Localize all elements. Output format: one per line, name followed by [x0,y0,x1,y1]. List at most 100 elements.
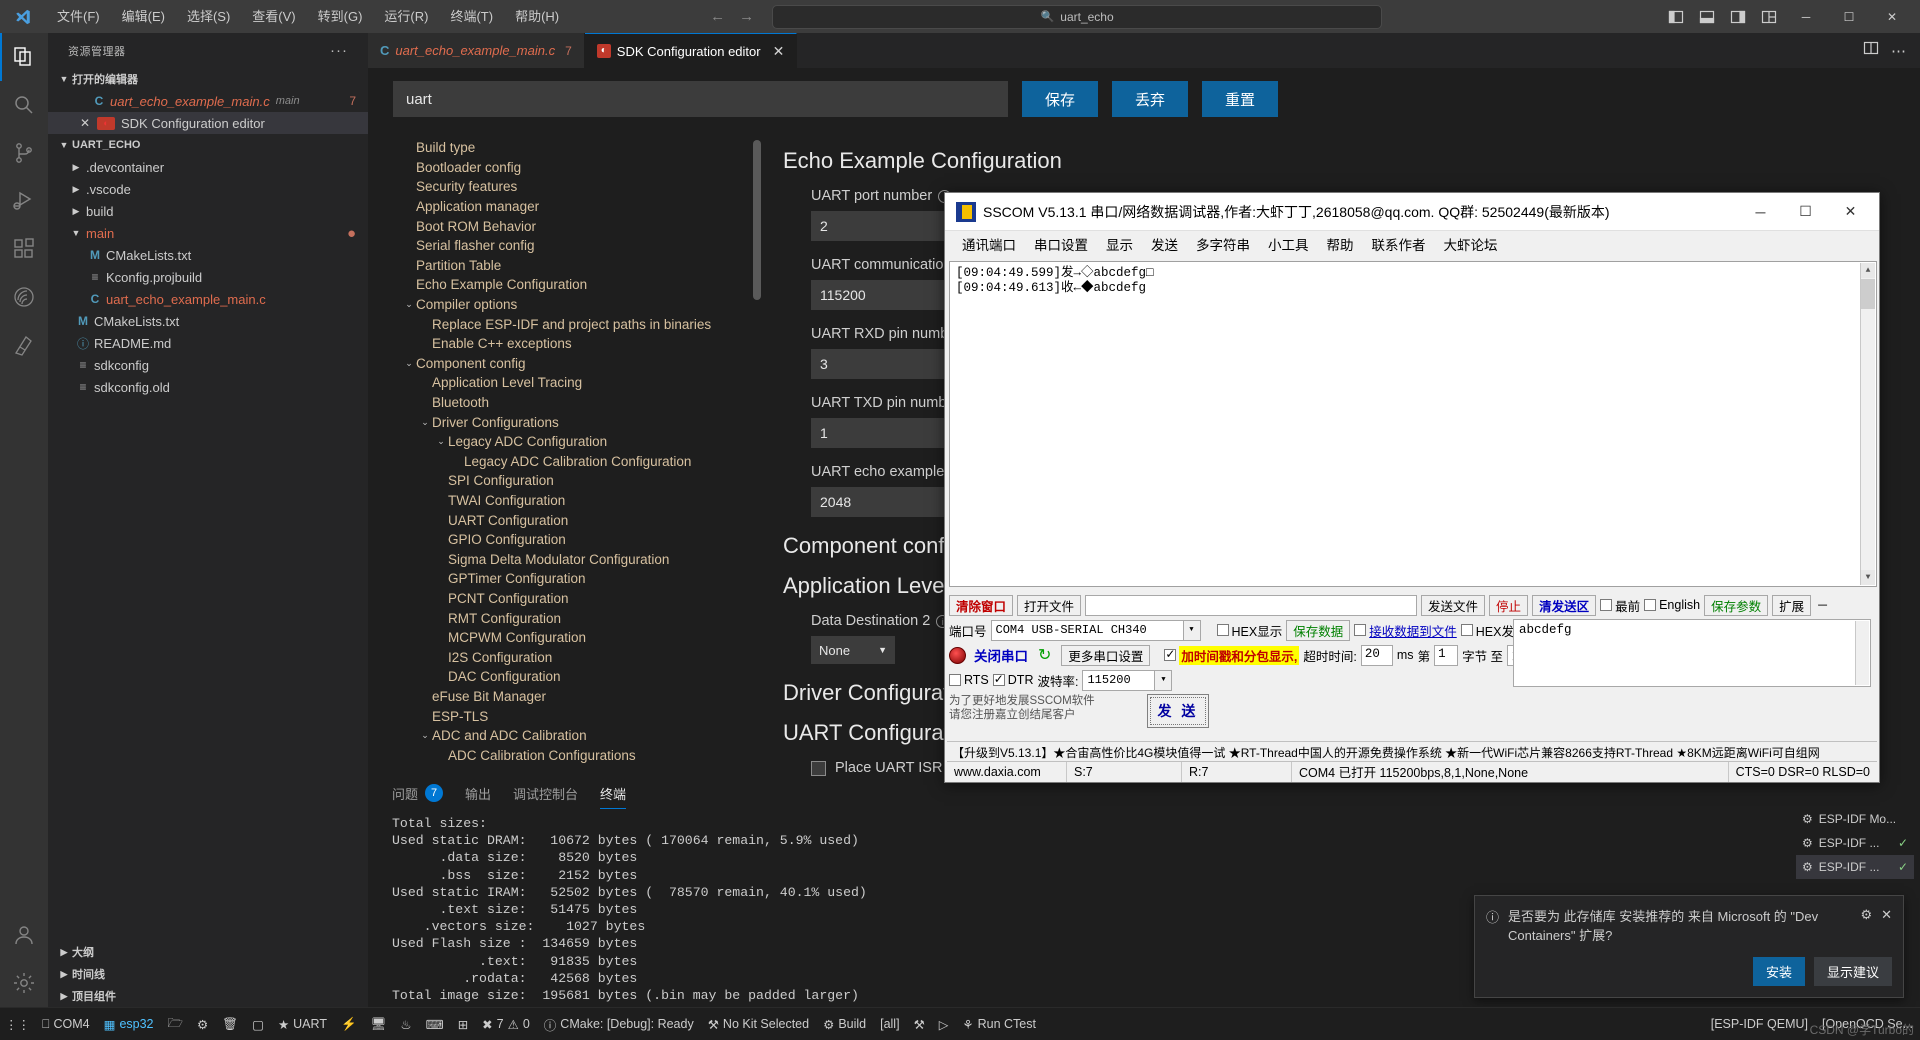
sdk-tree-item[interactable]: TWAI Configuration [368,491,763,511]
recv-to-file-checkbox[interactable]: 接收数据到文件 [1354,621,1457,640]
tree-item-uart-echo-main-c[interactable]: C uart_echo_example_main.c [48,288,368,310]
sdk-tree-item[interactable]: ⌄Driver Configurations [368,412,763,432]
menu-run[interactable]: 运行(R) [373,0,439,33]
sscom-menu-send[interactable]: 发送 [1142,234,1187,254]
sdk-tree-item[interactable]: MCPWM Configuration [368,628,763,648]
checkbox-icon[interactable] [1461,624,1473,636]
select-data-destination-2[interactable]: None ▼ [811,636,895,664]
tab-close-icon[interactable]: ✕ [773,43,785,60]
close-port-button[interactable]: 关闭串口 [970,645,1032,665]
sdk-tree-item[interactable]: Bluetooth [368,393,763,413]
sdk-tree-item[interactable]: ⌄Compiler options [368,295,763,315]
status-uart[interactable]: ★UART [271,1008,334,1040]
sscom-menu-help[interactable]: 帮助 [1318,234,1363,254]
english-checkbox[interactable]: English [1644,598,1700,612]
open-file-button[interactable]: 打开文件 [1017,595,1081,616]
scroll-up-icon[interactable]: ▲ [1861,263,1875,278]
section-open-editors[interactable]: ▼ 打开的编辑器 [48,68,368,90]
command-search-input[interactable]: 🔍 uart_echo [772,5,1382,29]
sdk-tree-item[interactable]: Sigma Delta Modulator Configuration [368,549,763,569]
status-kit[interactable]: ⚒No Kit Selected [701,1008,816,1040]
checkbox-icon[interactable] [1644,599,1656,611]
sidebar-more-icon[interactable]: ··· [330,42,348,59]
extend-button[interactable]: 扩展 [1772,595,1811,616]
back-arrow-icon[interactable]: ← [710,8,725,25]
status-menuconfig[interactable]: ⚙ [190,1008,215,1040]
chevron-down-icon[interactable]: ▼ [1154,671,1171,690]
sscom-menu-serial-settings[interactable]: 串口设置 [1025,234,1097,254]
tree-item-readme[interactable]: ⓘ README.md [48,332,368,354]
sidebar-item-timeline[interactable]: ▶ 时间线 [48,963,368,985]
status-fullclean[interactable]: 🗑 [215,1008,245,1040]
sdk-tree-item[interactable]: Application Level Tracing [368,373,763,393]
show-recommendations-button[interactable]: 显示建议 [1814,957,1892,986]
sdk-tree-item[interactable]: Partition Table [368,256,763,276]
toggle-panel-icon[interactable] [1693,0,1721,33]
menu-help[interactable]: 帮助(H) [504,0,570,33]
chevron-down-icon[interactable]: ▼ [1183,621,1200,640]
toggle-primary-sidebar-icon[interactable] [1662,0,1690,33]
tree-item-kconfig[interactable]: ≡ Kconfig.projbuild [48,266,368,288]
activity-extensions[interactable] [0,225,48,273]
gear-icon[interactable]: ⚙ [1860,907,1872,945]
sdk-tree-item[interactable]: RMT Configuration [368,608,763,628]
sdk-search-input[interactable]: uart [393,81,1008,117]
forward-arrow-icon[interactable]: → [739,8,754,25]
chevron-down-icon[interactable]: ⌄ [418,417,432,428]
scroll-down-icon[interactable]: ▼ [1861,570,1875,585]
topmost-checkbox[interactable]: 最前 [1600,596,1640,615]
sdk-tree-item[interactable]: ⌄Legacy ADC Configuration [368,432,763,452]
refresh-icon[interactable]: ↻ [1036,645,1053,665]
panel-tab-output[interactable]: 输出 [465,777,491,809]
sdk-tree-item[interactable]: GPIO Configuration [368,530,763,550]
file-path-input[interactable] [1085,595,1417,616]
tab-sdk-configuration-editor[interactable]: ◐ SDK Configuration editor ✕ [585,33,798,68]
sdk-tree-item[interactable]: Legacy ADC Calibration Configuration [368,452,763,472]
status-cmake-state[interactable]: ⓘCMake: [Debug]: Ready [537,1008,701,1040]
sdk-tree-item[interactable]: Boot ROM Behavior [368,216,763,236]
sdk-tree-item[interactable]: Build type [368,138,763,158]
dtr-checkbox[interactable]: DTR [993,673,1034,687]
more-serial-settings-button[interactable]: 更多串口设置 [1061,645,1150,666]
more-actions-icon[interactable]: ⋯ [1891,42,1906,60]
tree-item-cmakelists-main[interactable]: M CMakeLists.txt [48,244,368,266]
collapse-icon[interactable]: ─ [1815,598,1830,612]
activity-source-control[interactable] [0,129,48,177]
menu-edit[interactable]: 编辑(E) [111,0,176,33]
sdk-tree-item[interactable]: UART Configuration [368,510,763,530]
close-icon[interactable]: ✕ [1881,907,1892,945]
menu-terminal[interactable]: 终端(T) [439,0,504,33]
hex-display-checkbox[interactable]: HEX显示 [1217,621,1283,640]
timeout-input[interactable]: 20 [1361,645,1393,666]
open-editor-item-c[interactable]: C uart_echo_example_main.c main 7 [48,90,368,112]
sscom-menu-port[interactable]: 通讯端口 [953,234,1025,254]
menu-view[interactable]: 查看(V) [241,0,306,33]
status-com-port[interactable]: ⎕COM4 [35,1008,97,1040]
tree-item-sdkconfig-old[interactable]: ≡ sdkconfig.old [48,376,368,398]
status-device[interactable]: ▢ [245,1008,271,1040]
status-problems[interactable]: ✖7⚠0 [475,1008,537,1040]
sdk-tree-item[interactable]: ADC Calibration Configurations [368,745,763,765]
sdk-discard-button[interactable]: 丢弃 [1112,81,1188,117]
checkbox-icon[interactable] [949,674,961,686]
sdk-reset-button[interactable]: 重置 [1202,81,1278,117]
status-build-target[interactable]: [all] [873,1008,906,1040]
sdk-tree-item[interactable]: Replace ESP-IDF and project paths in bin… [368,314,763,334]
sscom-log-scrollbar[interactable]: ▲ ▼ [1860,263,1875,585]
sdk-tree-item[interactable]: ⌄Component config [368,354,763,374]
checkbox-icon[interactable] [1164,649,1176,661]
sscom-log-area[interactable]: [09:04:49.599]发→◇abcdefg□ [09:04:49.613]… [949,261,1877,587]
terminal-list-item[interactable]: ⚙ ESP-IDF ... ✓ [1796,855,1914,879]
chevron-down-icon[interactable]: ⌄ [402,299,416,310]
sdk-tree-item[interactable]: Serial flasher config [368,236,763,256]
open-editor-item-sdk[interactable]: ✕ ◐ SDK Configuration editor [48,112,368,134]
sscom-send-textarea[interactable]: abcdefg [1513,619,1871,687]
port-select[interactable]: COM4 USB-SERIAL CH340 ▼ [991,620,1201,641]
chevron-down-icon[interactable]: ⌄ [434,436,448,447]
sscom-minimize-button[interactable]: ─ [1738,193,1783,231]
tree-item-build[interactable]: ▶ build [48,200,368,222]
sdk-save-button[interactable]: 保存 [1022,81,1098,117]
status-flash[interactable]: ⚡ [334,1008,364,1040]
section-project-root[interactable]: ▼ UART_ECHO [48,134,368,156]
customize-layout-icon[interactable] [1755,0,1783,33]
